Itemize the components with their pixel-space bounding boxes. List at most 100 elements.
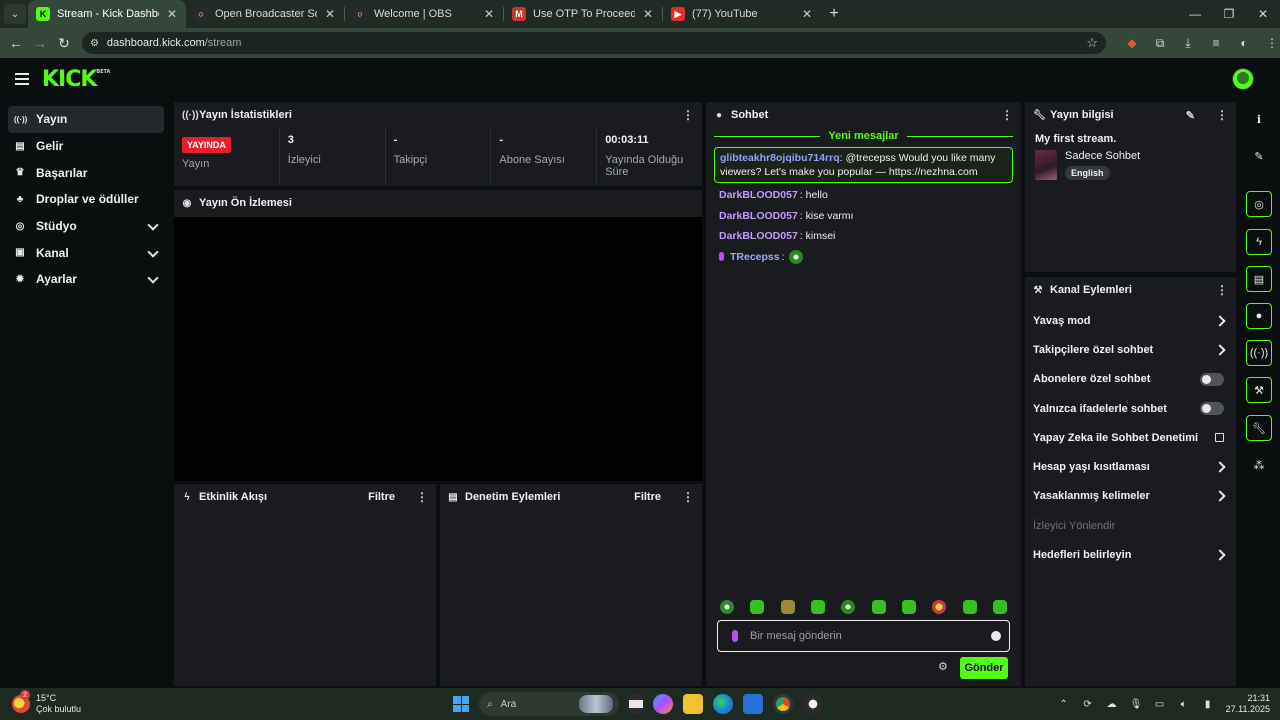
close-tab-icon[interactable]: ✕ bbox=[801, 7, 813, 21]
emote-button[interactable] bbox=[962, 600, 977, 614]
sync-icon[interactable]: ⟳ bbox=[1082, 699, 1094, 710]
microphone-icon[interactable] bbox=[732, 630, 738, 642]
restore-icon[interactable]: ❐ bbox=[1212, 0, 1246, 28]
tab-search-dropdown-icon[interactable]: ⌄ bbox=[4, 4, 26, 24]
browser-tab[interactable]: K Stream - Kick Dashboard ✕ bbox=[28, 0, 186, 28]
profile-icon[interactable]: ◐ bbox=[1236, 36, 1252, 50]
chat-input-box[interactable] bbox=[717, 620, 1010, 652]
address-bar[interactable]: ⚙ dashboard.kick.com/stream ☆ bbox=[81, 32, 1107, 54]
channel-action-item[interactable]: Hesap yaşı kısıtlaması bbox=[1025, 452, 1236, 481]
copilot-icon[interactable] bbox=[653, 694, 673, 714]
close-tab-icon[interactable]: ✕ bbox=[324, 7, 336, 21]
new-messages-divider[interactable]: Yeni mesajlar bbox=[706, 129, 1021, 143]
edge-icon[interactable] bbox=[713, 694, 733, 714]
filter-button[interactable]: Filtre bbox=[368, 491, 395, 503]
chat-username[interactable]: DarkBLOOD057 bbox=[719, 210, 798, 222]
highlighted-message[interactable]: glibteakhr8ojqibu714rrq: @trecepss Would… bbox=[714, 147, 1013, 183]
toggle-switch[interactable] bbox=[1200, 402, 1224, 416]
toggle-switch[interactable] bbox=[1200, 372, 1224, 386]
browser-tab[interactable]: ○ Open Broadcaster Software | OBS ✕ bbox=[186, 0, 344, 28]
forward-icon[interactable]: → bbox=[28, 35, 52, 51]
chevron-right-icon[interactable] bbox=[1214, 314, 1226, 327]
more-options-icon[interactable]: ⋮ bbox=[682, 490, 694, 504]
activity-widget-icon[interactable]: ϟ bbox=[1246, 229, 1272, 255]
sidebar-item[interactable]: ((·)) Yayın bbox=[8, 106, 164, 133]
chat-message[interactable]: TRecepss: bbox=[706, 247, 1021, 268]
task-view-icon[interactable] bbox=[629, 694, 643, 714]
close-tab-icon[interactable]: ✕ bbox=[642, 7, 654, 21]
channel-action-item[interactable]: Yalnızca ifadelerle sohbet bbox=[1025, 394, 1236, 423]
reload-icon[interactable]: ↻ bbox=[52, 35, 76, 52]
channel-action-item[interactable]: Yavaş mod bbox=[1025, 306, 1236, 335]
emoji-picker-icon[interactable] bbox=[991, 631, 1001, 641]
stream-preview-video[interactable] bbox=[174, 217, 702, 481]
back-icon[interactable]: ← bbox=[4, 35, 28, 51]
hamburger-menu-icon[interactable] bbox=[15, 73, 29, 85]
browser-tab[interactable]: ▶ (77) YouTube ✕ bbox=[663, 0, 821, 28]
stream-info-widget-icon[interactable]: 🔧︎ bbox=[1246, 415, 1272, 441]
more-widgets-icon[interactable]: ⁂ bbox=[1246, 452, 1272, 478]
star-icon[interactable]: ☆ bbox=[1086, 35, 1098, 51]
chrome-icon[interactable] bbox=[773, 694, 793, 714]
info-icon[interactable]: ℹ bbox=[1246, 106, 1272, 132]
sidebar-item[interactable]: ▤ Gelir bbox=[8, 133, 164, 160]
menu-icon[interactable]: ⋮ bbox=[1264, 36, 1280, 50]
kick-logo[interactable]: KICK BETA bbox=[42, 67, 110, 92]
microphone-icon[interactable]: 🎙︎ bbox=[1130, 699, 1143, 710]
taskbar-search[interactable]: ⌕ Ara bbox=[479, 692, 619, 716]
media-icon[interactable]: ≡ bbox=[1208, 36, 1224, 50]
chat-message[interactable]: DarkBLOOD057: hello bbox=[706, 185, 1021, 206]
sidebar-item[interactable]: ▣ Kanal bbox=[8, 239, 164, 266]
channel-action-item[interactable]: Yapay Zeka ile Sohbet Denetimi bbox=[1025, 423, 1236, 452]
pencil-icon[interactable]: ✎ bbox=[1246, 143, 1272, 169]
chevron-right-icon[interactable] bbox=[1214, 490, 1226, 503]
sidebar-item[interactable]: ♛ Başarılar bbox=[8, 159, 164, 186]
category-name[interactable]: Sadece Sohbet bbox=[1065, 150, 1140, 162]
close-tab-icon[interactable]: ✕ bbox=[166, 7, 178, 21]
weather-widget[interactable]: 2 15°C Çok bulutlu bbox=[12, 690, 81, 715]
more-options-icon[interactable]: ⋮ bbox=[416, 490, 428, 504]
chat-message[interactable]: DarkBLOOD057: kimsei bbox=[706, 226, 1021, 247]
chevron-right-icon[interactable] bbox=[1214, 344, 1226, 356]
close-window-icon[interactable]: ✕ bbox=[1246, 0, 1280, 28]
emote-button[interactable] bbox=[810, 600, 825, 614]
chat-username[interactable]: TRecepss bbox=[730, 251, 780, 263]
chevron-up-icon[interactable]: ⌃ bbox=[1058, 699, 1070, 710]
chevron-down-icon[interactable] bbox=[148, 248, 158, 258]
browser-tab[interactable]: M Use OTP To Proceed - tanis5771@gmail.co… bbox=[504, 0, 662, 28]
stats-widget-icon[interactable]: ((·)) bbox=[1246, 340, 1272, 366]
emote-button[interactable] bbox=[901, 600, 916, 614]
display-icon[interactable]: ▭ bbox=[1154, 699, 1166, 710]
chevron-right-icon[interactable] bbox=[1214, 549, 1226, 561]
system-clock[interactable]: 21:31 27.11.2025 bbox=[1226, 693, 1270, 715]
user-avatar[interactable] bbox=[1232, 68, 1254, 90]
send-button[interactable]: Gönder bbox=[960, 657, 1008, 679]
emote-button[interactable] bbox=[841, 600, 856, 614]
start-menu-icon[interactable] bbox=[453, 696, 469, 712]
sidebar-item[interactable]: ♣ Droplar ve ödüller bbox=[8, 186, 164, 213]
new-tab-button[interactable]: + bbox=[821, 5, 847, 23]
cloud-icon[interactable]: ☁ bbox=[1106, 699, 1118, 710]
chevron-right-icon[interactable] bbox=[1214, 461, 1226, 473]
filter-button[interactable]: Filtre bbox=[634, 491, 661, 503]
emote-button[interactable] bbox=[720, 600, 734, 614]
site-info-icon[interactable]: ⚙ bbox=[90, 38, 99, 49]
channel-action-item[interactable]: Yasaklanmış kelimeler bbox=[1025, 482, 1236, 511]
sidebar-item[interactable]: ◎ Stüdyo bbox=[8, 213, 164, 240]
category-thumbnail[interactable] bbox=[1035, 150, 1057, 180]
chat-username[interactable]: DarkBLOOD057 bbox=[719, 230, 798, 242]
channel-action-item[interactable]: Takipçilere özel sohbet bbox=[1025, 335, 1236, 364]
battery-icon[interactable]: ▮ bbox=[1202, 699, 1214, 710]
obs-icon[interactable] bbox=[803, 694, 823, 714]
puzzle-icon[interactable]: ⧉ bbox=[1152, 36, 1168, 51]
more-options-icon[interactable]: ⋮ bbox=[1216, 283, 1228, 297]
download-icon[interactable]: ⤓ bbox=[1180, 36, 1196, 51]
sidebar-item[interactable]: ✹ Ayarlar bbox=[8, 266, 164, 293]
chat-settings-icon[interactable]: ⚙ bbox=[938, 660, 948, 673]
chevron-down-icon[interactable] bbox=[148, 274, 158, 284]
edit-icon[interactable]: ✎ bbox=[1186, 109, 1195, 122]
channel-action-item[interactable]: Abonelere özel sohbet bbox=[1025, 365, 1236, 394]
more-options-icon[interactable]: ⋮ bbox=[1216, 108, 1228, 122]
close-tab-icon[interactable]: ✕ bbox=[483, 7, 495, 21]
chat-username[interactable]: glibteakhr8ojqibu714rrq bbox=[720, 152, 840, 164]
